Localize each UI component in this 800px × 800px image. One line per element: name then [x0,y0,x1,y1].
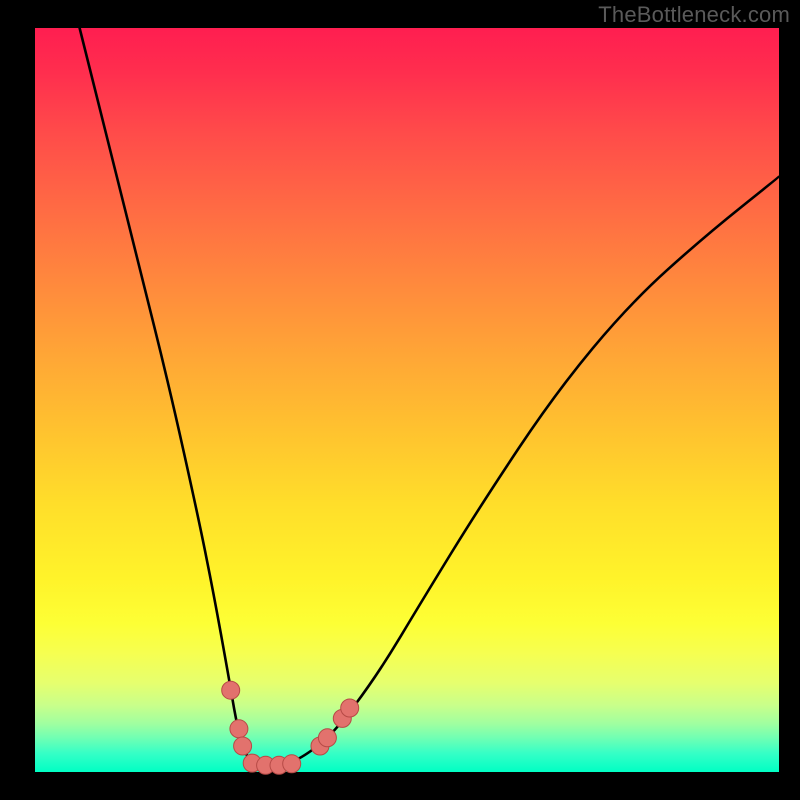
curve-marker [230,720,248,738]
chart-svg [35,28,779,772]
plot-area [35,28,779,772]
curve-marker [341,699,359,717]
chart-frame: TheBottleneck.com [0,0,800,800]
bottleneck-curve [80,28,779,765]
watermark-text: TheBottleneck.com [598,2,790,28]
curve-marker [222,681,240,699]
curve-marker [234,737,252,755]
curve-marker [318,729,336,747]
curve-marker [283,755,301,773]
